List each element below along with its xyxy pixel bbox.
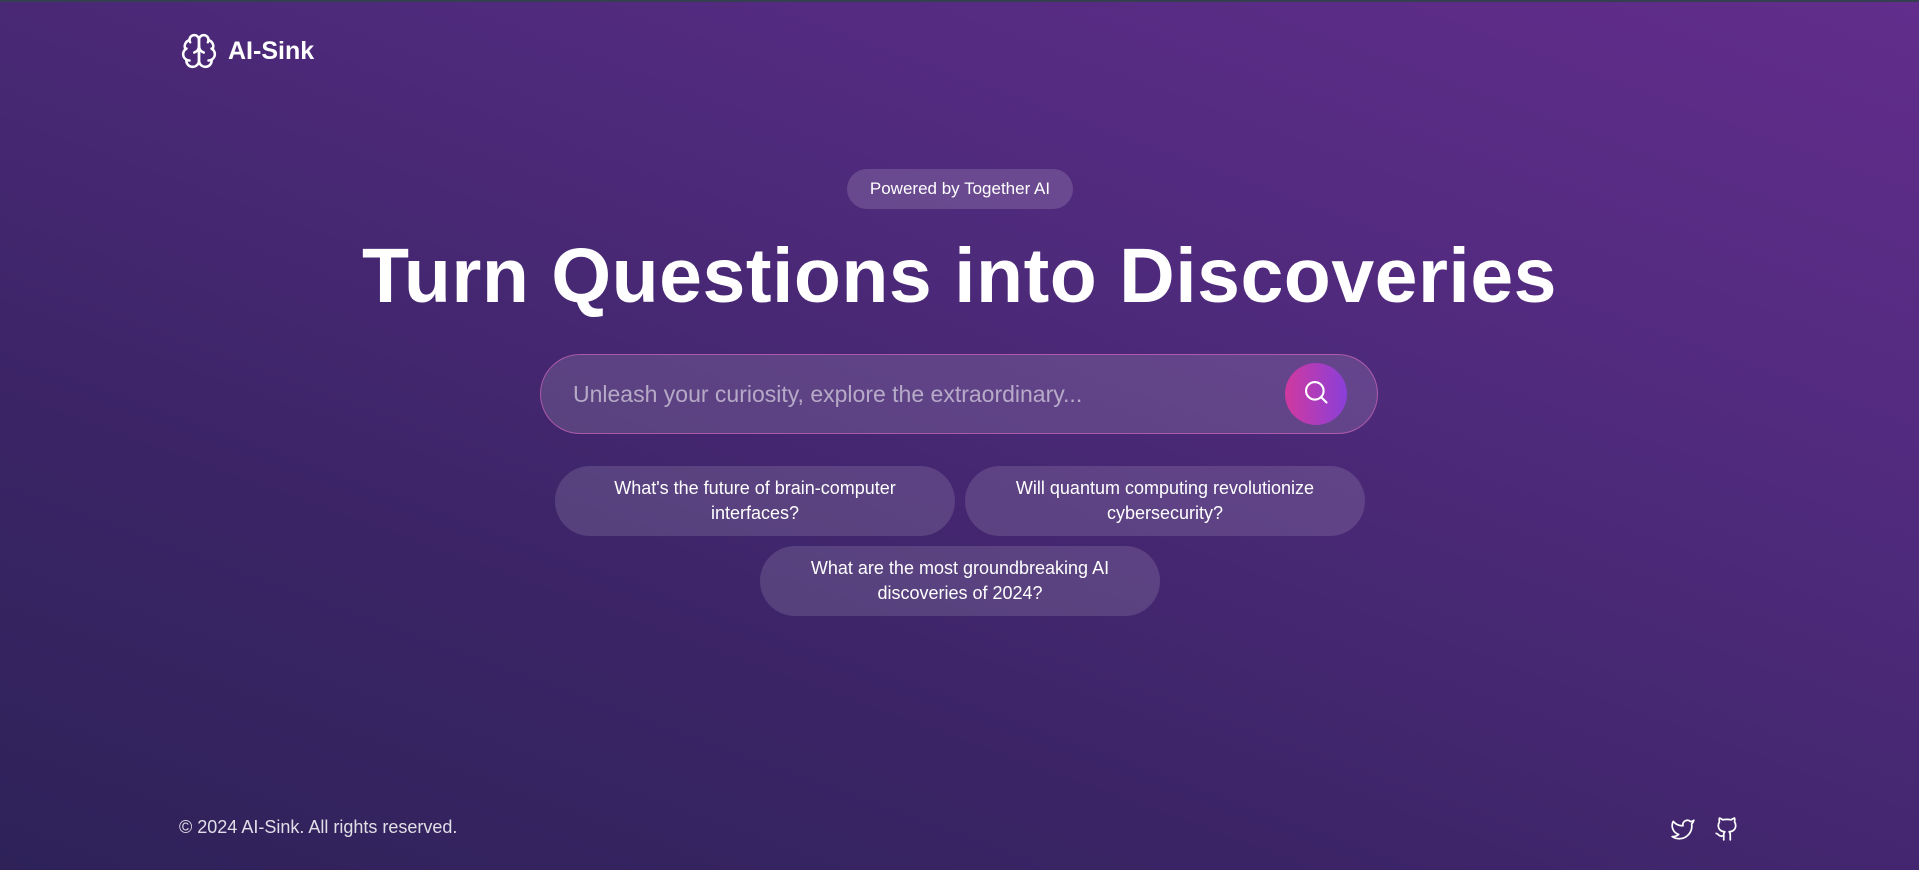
brain-icon[interactable] [180,31,218,71]
page-title: Turn Questions into Discoveries [362,233,1557,319]
site-header: AI-Sink [180,30,314,72]
suggestion-chip[interactable]: Will quantum computing revolutionize cyb… [965,466,1365,536]
search-input[interactable] [571,373,1285,415]
powered-by-badge: Powered by Together AI [847,169,1073,209]
search-bar [540,354,1378,434]
twitter-icon[interactable] [1670,816,1696,842]
copyright-text: © 2024 AI-Sink. All rights reserved. [179,817,458,837]
search-button[interactable] [1285,363,1347,425]
suggestion-chip[interactable]: What are the most groundbreaking AI disc… [760,546,1160,616]
suggestion-chip[interactable]: What's the future of brain-computer inte… [555,466,955,536]
github-icon[interactable] [1714,816,1740,842]
top-border [0,0,1919,2]
brand-name[interactable]: AI-Sink [228,37,314,66]
search-icon [1302,378,1330,411]
